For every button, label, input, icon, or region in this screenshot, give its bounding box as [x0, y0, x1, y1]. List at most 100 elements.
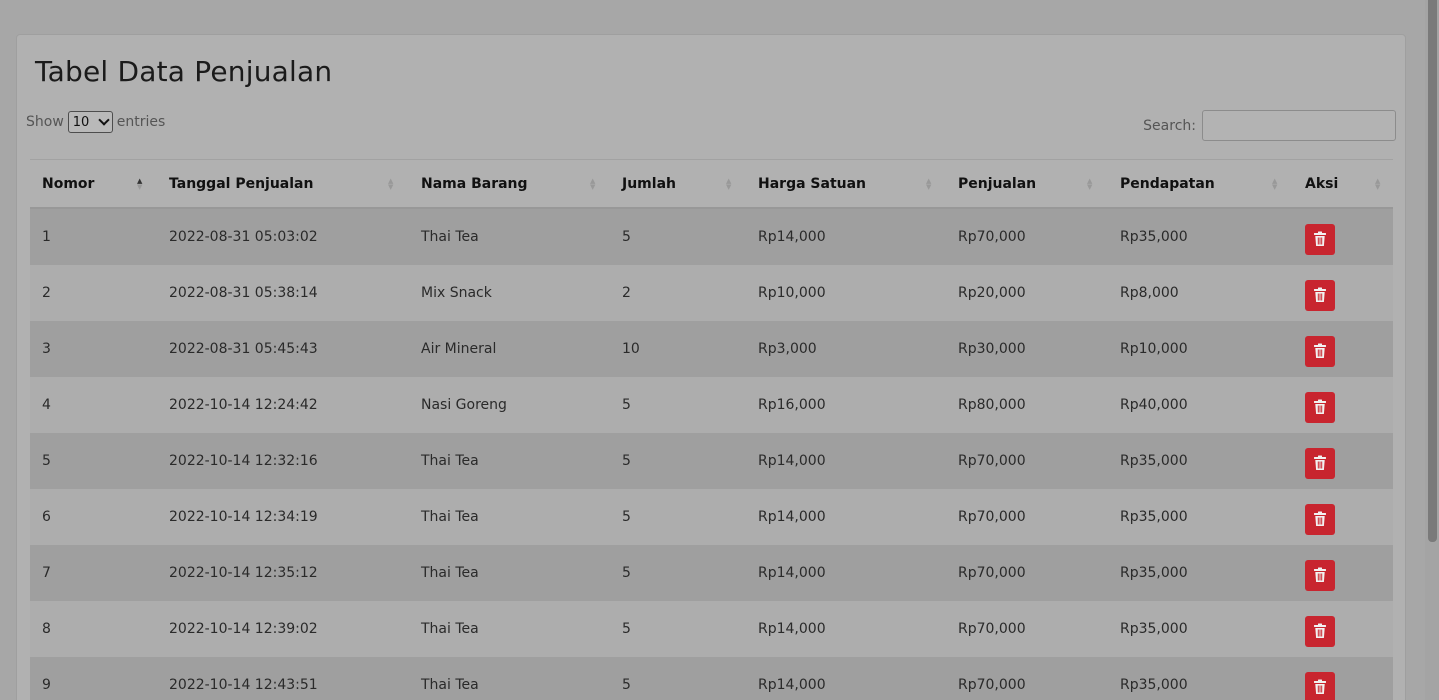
trash-icon [1314, 511, 1326, 526]
action-cell [1305, 265, 1335, 321]
column-header[interactable]: Aksi [1305, 160, 1338, 207]
table-cell: Rp3,000 [758, 341, 817, 357]
table-cell: Rp35,000 [1120, 565, 1188, 581]
table-cell: Rp16,000 [758, 397, 826, 413]
sort-icon: ▲ ▼ [1087, 176, 1093, 191]
table-row: 7 2022-10-14 12:35:12 Thai Tea 5 Rp14,000 Rp7… [30, 545, 1393, 601]
page: Tabel Data Penjualan Show 10 entries Sea… [0, 0, 1439, 700]
table-cell: Thai Tea [421, 677, 479, 693]
table-cell: 2022-10-14 12:34:19 [169, 509, 318, 525]
entries-select[interactable]: 10 [67, 111, 113, 133]
delete-button[interactable] [1305, 391, 1335, 423]
table-cell: Rp35,000 [1120, 621, 1188, 637]
table-cell: 2022-10-14 12:32:16 [169, 453, 318, 469]
table-header-row: Nomor ▲ ▼ Tanggal Penjualan ▲ ▼ Nama Barang ▲ ▼ J… [30, 160, 1393, 209]
table-cell: Rp10,000 [758, 285, 826, 301]
action-cell [1305, 489, 1335, 545]
table-cell: Rp40,000 [1120, 397, 1188, 413]
trash-icon [1314, 287, 1326, 302]
column-header[interactable]: Nomor [42, 160, 94, 207]
table-cell: Rp14,000 [758, 453, 826, 469]
sort-icon: ▲ ▼ [726, 176, 732, 191]
table-cell: Rp35,000 [1120, 677, 1188, 693]
table-cell: Rp35,000 [1120, 509, 1188, 525]
vertical-scrollbar[interactable] [1425, 0, 1439, 700]
table-row: 1 2022-08-31 05:03:02 Thai Tea 5 Rp14,000 Rp7… [30, 209, 1393, 265]
table-cell: 2022-10-14 12:24:42 [169, 397, 318, 413]
table-cell: 5 [42, 453, 51, 469]
table-cell: Thai Tea [421, 229, 479, 245]
content-card: Tabel Data Penjualan Show 10 entries Sea… [16, 34, 1406, 700]
column-header[interactable]: Tanggal Penjualan [169, 160, 313, 207]
table-cell: Rp35,000 [1120, 229, 1188, 245]
sort-icon: ▲ ▼ [137, 176, 143, 191]
delete-button[interactable] [1305, 335, 1335, 367]
sort-icon: ▲ ▼ [590, 176, 596, 191]
delete-button[interactable] [1305, 559, 1335, 591]
delete-button[interactable] [1305, 279, 1335, 311]
table-cell: 5 [622, 397, 631, 413]
table-cell: Thai Tea [421, 453, 479, 469]
table-cell: 5 [622, 229, 631, 245]
table-cell: 2022-10-14 12:35:12 [169, 565, 318, 581]
trash-icon [1314, 399, 1326, 414]
table-cell: 8 [42, 621, 51, 637]
table-cell: 6 [42, 509, 51, 525]
search-control: Search: [1143, 110, 1396, 141]
table-cell: 5 [622, 509, 631, 525]
show-label: Show [26, 114, 64, 130]
delete-button[interactable] [1305, 671, 1335, 700]
table-cell: 5 [622, 677, 631, 693]
table-row: 5 2022-10-14 12:32:16 Thai Tea 5 Rp14,000 Rp7… [30, 433, 1393, 489]
sort-icon: ▲ ▼ [926, 176, 932, 191]
column-header[interactable]: Harga Satuan [758, 160, 866, 207]
table-cell: Nasi Goreng [421, 397, 507, 413]
delete-button[interactable] [1305, 447, 1335, 479]
action-cell [1305, 601, 1335, 657]
scrollbar-thumb[interactable] [1428, 0, 1437, 542]
delete-button[interactable] [1305, 223, 1335, 255]
action-cell [1305, 321, 1335, 377]
sort-icon: ▲ ▼ [388, 176, 394, 191]
table-cell: 2022-10-14 12:39:02 [169, 621, 318, 637]
column-header[interactable]: Nama Barang [421, 160, 528, 207]
table-cell: Thai Tea [421, 509, 479, 525]
action-cell [1305, 433, 1335, 489]
table-cell: Rp70,000 [958, 509, 1026, 525]
table-cell: Rp70,000 [958, 677, 1026, 693]
table-cell: 10 [622, 341, 640, 357]
entries-length-control: Show 10 entries [26, 111, 165, 133]
table-cell: Rp8,000 [1120, 285, 1179, 301]
table-cell: Rp14,000 [758, 621, 826, 637]
entries-label: entries [116, 114, 166, 130]
table-row: 4 2022-10-14 12:24:42 Nasi Goreng 5 Rp16,000… [30, 377, 1393, 433]
table-cell: Thai Tea [421, 621, 479, 637]
table-cell: Rp35,000 [1120, 453, 1188, 469]
table-cell: Rp14,000 [758, 677, 826, 693]
table-cell: Rp10,000 [1120, 341, 1188, 357]
delete-button[interactable] [1305, 615, 1335, 647]
table-cell: 5 [622, 565, 631, 581]
table-cell: Rp70,000 [958, 621, 1026, 637]
sales-table: Nomor ▲ ▼ Tanggal Penjualan ▲ ▼ Nama Barang ▲ ▼ J… [30, 159, 1393, 700]
sort-icon: ▲ ▼ [1375, 176, 1381, 191]
column-header[interactable]: Pendapatan [1120, 160, 1215, 207]
table-cell: 4 [42, 397, 51, 413]
delete-button[interactable] [1305, 503, 1335, 535]
table-row: 2 2022-08-31 05:38:14 Mix Snack 2 Rp10,000 Rp… [30, 265, 1393, 321]
table-cell: Rp70,000 [958, 453, 1026, 469]
search-input[interactable] [1202, 110, 1396, 141]
table-cell: 2022-08-31 05:38:14 [169, 285, 318, 301]
column-header[interactable]: Penjualan [958, 160, 1036, 207]
table-cell: Rp70,000 [958, 229, 1026, 245]
trash-icon [1314, 623, 1326, 638]
table-cell: Thai Tea [421, 565, 479, 581]
trash-icon [1314, 567, 1326, 582]
table-row: 8 2022-10-14 12:39:02 Thai Tea 5 Rp14,000 Rp7… [30, 601, 1393, 657]
chevron-down-icon [98, 114, 110, 126]
table-cell: 2022-08-31 05:03:02 [169, 229, 318, 245]
column-header[interactable]: Jumlah [622, 160, 676, 207]
table-row: 6 2022-10-14 12:34:19 Thai Tea 5 Rp14,000 Rp7… [30, 489, 1393, 545]
table-cell: Rp30,000 [958, 341, 1026, 357]
search-label: Search: [1143, 117, 1196, 134]
